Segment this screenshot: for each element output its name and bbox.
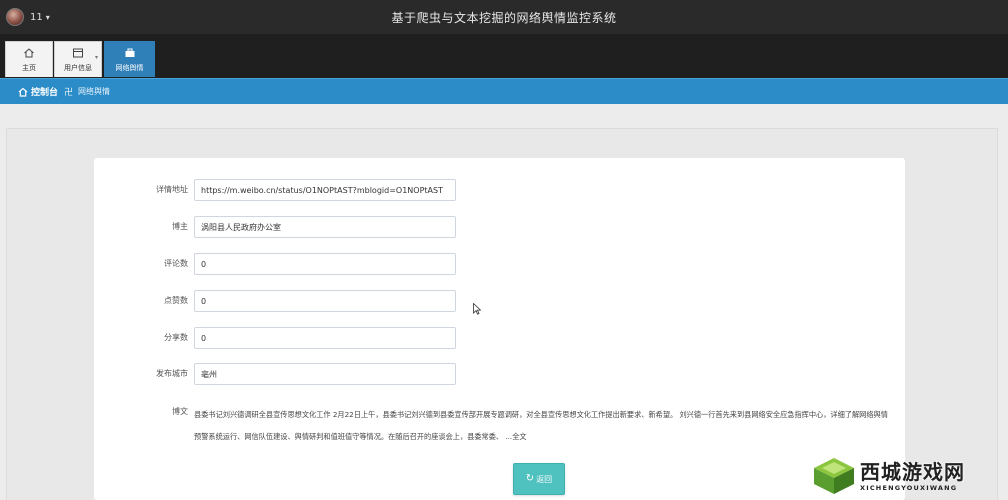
field-label: 评论数 [164,259,188,268]
form-row-blogger: 博主 [94,216,905,238]
form-row-detail-url: 详情地址 [94,179,905,201]
home-icon [24,48,34,58]
refresh-icon: ↻ [525,473,535,484]
id-card-icon [73,48,83,58]
post-content: 县委书记刘兴德调研全县宣传思想文化工作 2月22日上午，县委书记刘兴德到县委宣传… [194,410,888,441]
publish-city-field[interactable] [194,363,456,385]
form-row-comments: 评论数 [94,253,905,275]
field-label: 详情地址 [156,185,188,194]
field-label: 点赞数 [164,296,188,305]
shares-count-field[interactable] [194,327,456,349]
breadcrumb-current: 网络舆情 [78,87,111,96]
form-row-city: 发布城市 [94,363,905,385]
chevron-down-icon: ▾ [94,54,98,61]
mouse-cursor-icon [473,303,481,315]
watermark: 西城游戏网 XICHENGYOUXIWANG [810,452,1008,500]
watermark-subtitle: XICHENGYOUXIWANG [860,484,958,492]
tab-home[interactable]: 主页 [5,41,53,77]
form-row-likes: 点赞数 [94,290,905,312]
field-label: 发布城市 [156,369,188,378]
tab-user-info[interactable]: 用户信息 ▾ [54,41,102,77]
field-label: 分享数 [164,333,188,342]
tab-network-opinion[interactable]: 网络舆情 [104,41,155,77]
post-label: 博文 [172,407,188,416]
app-title: 基于爬虫与文本挖掘的网络舆情监控系统 [391,11,617,25]
watermark-title: 西城游戏网 [860,460,965,484]
back-button[interactable]: ↻ 返回 [513,463,565,495]
top-header: 11 ▾ 基于爬虫与文本挖掘的网络舆情监控系统 [0,0,1008,34]
tab-label: 网络舆情 [115,64,144,72]
likes-count-field[interactable] [194,290,456,312]
form-row-shares: 分享数 [94,327,905,349]
home-icon [18,87,28,97]
back-button-label: 返回 [536,474,553,484]
comments-count-field[interactable] [194,253,456,275]
tab-label: 用户信息 [64,64,92,72]
breadcrumb: 控制台 卍 网络舆情 [0,78,1008,104]
tab-label: 主页 [22,64,36,72]
detail-url-field[interactable] [194,179,456,201]
breadcrumb-home[interactable]: 控制台 [31,85,58,98]
tab-bar: 主页 用户信息 ▾ 网络舆情 [0,34,1008,78]
detail-card: 详情地址 博主 评论数 点赞数 分享数 发布城市 博文 县委书记刘兴德调研全县宣… [94,158,905,500]
blogger-field[interactable] [194,216,456,238]
field-label: 博主 [172,222,188,231]
breadcrumb-separator: 卍 [64,88,74,98]
cube-logo-icon [814,458,854,494]
briefcase-icon [125,48,134,57]
